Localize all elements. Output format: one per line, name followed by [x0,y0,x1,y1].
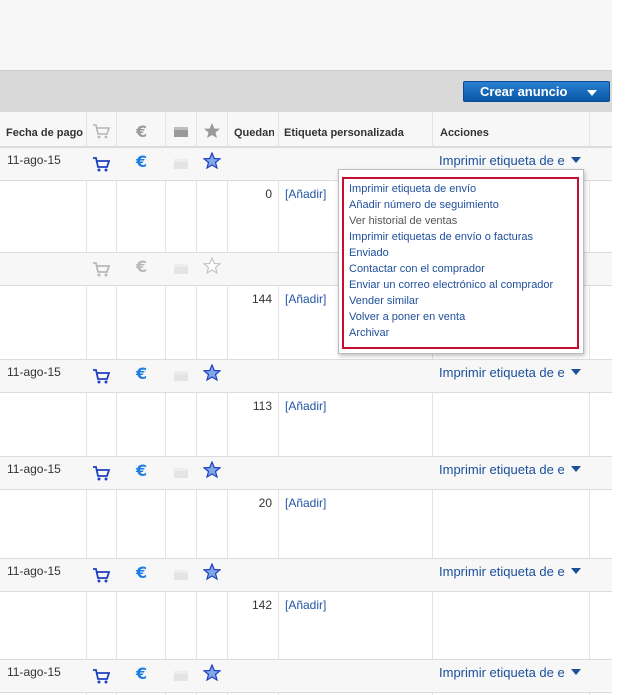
header-custom-label[interactable]: Etiqueta personalizada [284,127,404,139]
header-payment-date[interactable]: Fecha de pago [6,127,83,139]
chevron-down-icon[interactable] [570,466,581,472]
payment-date: 11-ago-15 [7,365,61,379]
create-listing-button[interactable]: Crear anuncio [463,81,610,102]
euro-icon: € [133,257,151,275]
column-divider [589,112,590,695]
euro-icon: € [133,563,151,581]
svg-text:€: € [135,152,147,170]
euro-icon: € [133,461,151,479]
print-label-action[interactable]: Imprimir etiqueta de e [439,365,581,380]
menu-item[interactable]: Vender similar [349,295,419,307]
action-label: Imprimir etiqueta de e [439,462,565,477]
print-label-action[interactable]: Imprimir etiqueta de e [439,153,581,168]
star-icon[interactable] [203,364,221,382]
shopping-cart-icon[interactable] [92,464,110,482]
column-divider [196,112,197,695]
menu-item[interactable]: Volver a poner en venta [349,311,465,323]
euro-icon: € [133,122,151,140]
add-custom-label-link[interactable]: [Añadir] [285,292,326,306]
menu-item[interactable]: Contactar con el comprador [349,263,485,275]
package-icon [172,463,190,481]
menu-item[interactable]: Enviar un correo electrónico al comprado… [349,279,553,291]
shopping-cart-icon[interactable] [92,566,110,584]
print-label-action[interactable]: Imprimir etiqueta de e [439,462,581,477]
svg-text:€: € [135,257,147,275]
menu-item[interactable]: Enviado [349,247,389,259]
remaining-quantity: 113 [252,399,272,413]
payment-date: 11-ago-15 [7,153,61,167]
chevron-down-icon[interactable] [570,669,581,675]
column-divider [278,112,279,695]
svg-text:€: € [135,364,147,382]
row-divider [0,392,612,393]
star-icon [203,122,221,140]
remaining-quantity: 144 [251,292,272,306]
star-icon[interactable] [203,563,221,581]
menu-item[interactable]: Imprimir etiqueta de envío [349,183,476,195]
action-label: Imprimir etiqueta de e [439,665,565,680]
payment-date: 11-ago-15 [7,462,61,476]
menu-item[interactable]: Añadir número de seguimiento [349,199,499,211]
row-divider [0,692,612,693]
package-icon [172,666,190,684]
row-divider [0,489,612,490]
star-icon [203,257,221,275]
euro-icon: € [133,152,151,170]
euro-icon: € [133,664,151,682]
chevron-down-icon[interactable] [570,157,581,163]
chevron-down-icon[interactable] [570,568,581,574]
svg-text:€: € [135,664,147,682]
remaining-quantity: 0 [265,187,272,201]
shopping-cart-icon[interactable] [92,667,110,685]
row-divider [0,591,612,592]
menu-item[interactable]: Archivar [349,327,389,339]
column-divider [86,112,87,695]
package-icon [172,565,190,583]
menu-item[interactable]: Imprimir etiquetas de envío o facturas [349,231,533,243]
svg-text:€: € [135,122,147,140]
remaining-quantity: 142 [251,598,272,612]
remaining-quantity: 20 [258,496,272,510]
print-label-action[interactable]: Imprimir etiqueta de e [439,665,581,680]
package-icon [172,154,190,172]
shopping-cart-icon [92,122,110,140]
star-icon[interactable] [203,152,221,170]
actions-dropdown-menu: Imprimir etiqueta de envío Añadir número … [338,169,584,354]
star-icon[interactable] [203,461,221,479]
package-icon [172,259,190,277]
package-icon [172,122,190,140]
action-label: Imprimir etiqueta de e [439,564,565,579]
svg-text:€: € [135,461,147,479]
column-divider [227,112,228,695]
star-icon[interactable] [203,664,221,682]
chevron-down-icon[interactable] [587,90,597,96]
add-custom-label-link[interactable]: [Añadir] [285,187,326,201]
create-listing-label: Crear anuncio [480,84,568,99]
shopping-cart-icon[interactable] [92,155,110,173]
action-label: Imprimir etiqueta de e [439,153,565,168]
print-label-action[interactable]: Imprimir etiqueta de e [439,564,581,579]
shopping-cart-icon[interactable] [92,367,110,385]
header-remaining[interactable]: Quedan [234,127,274,139]
payment-date: 11-ago-15 [7,564,61,578]
shopping-cart-icon [92,260,110,278]
payment-date: 11-ago-15 [7,665,61,679]
add-custom-label-link[interactable]: [Añadir] [285,598,326,612]
column-divider [116,112,117,695]
header-actions: Acciones [440,127,489,139]
column-divider [165,112,166,695]
euro-icon: € [133,364,151,382]
add-custom-label-link[interactable]: [Añadir] [285,399,326,413]
package-icon [172,366,190,384]
add-custom-label-link[interactable]: [Añadir] [285,496,326,510]
chevron-down-icon[interactable] [570,369,581,375]
action-label: Imprimir etiqueta de e [439,365,565,380]
top-blank-area [0,0,612,70]
menu-item[interactable]: Ver historial de ventas [349,215,457,227]
svg-text:€: € [135,563,147,581]
